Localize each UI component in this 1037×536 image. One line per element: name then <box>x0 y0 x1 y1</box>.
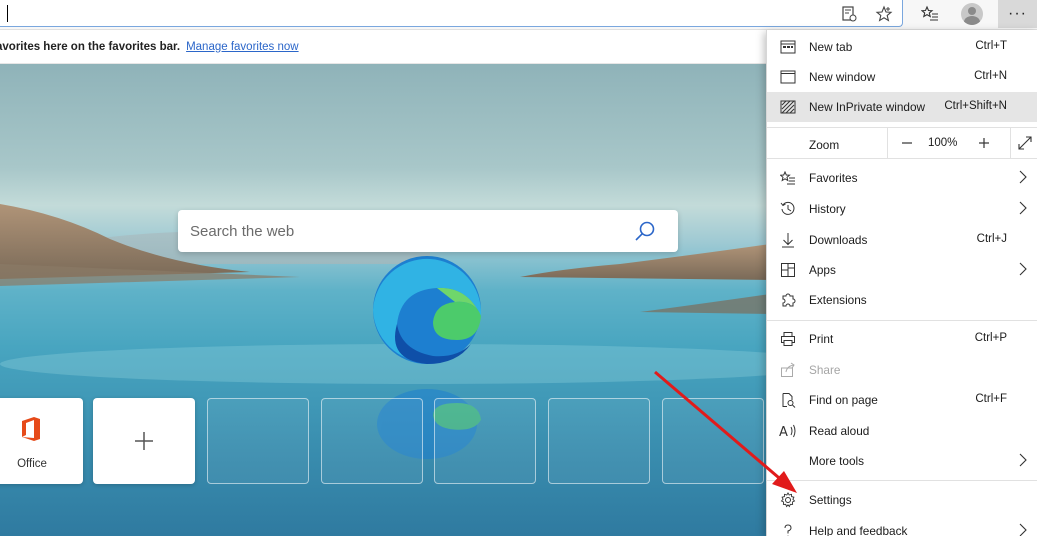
plus-icon <box>979 138 989 148</box>
chevron-right-icon <box>1018 262 1028 279</box>
menu-item-shortcut: Ctrl+J <box>976 233 1007 245</box>
empty-tile <box>662 398 764 484</box>
minus-icon <box>902 142 912 144</box>
office-icon <box>22 417 40 441</box>
menu-item-read-aloud[interactable]: A Read aloud <box>767 416 1037 446</box>
menu-item-downloads[interactable]: Downloads Ctrl+J <box>767 225 1037 255</box>
menu-item-favorites[interactable]: Favorites <box>767 163 1037 193</box>
reading-view-icon[interactable] <box>836 2 862 26</box>
menu-item-print[interactable]: Print Ctrl+P <box>767 324 1037 354</box>
edge-logo <box>373 256 482 364</box>
add-quick-link-button[interactable] <box>93 398 195 484</box>
favorites-bar-message: avorites here on the favorites bar. <box>0 40 181 53</box>
quick-link-label: Office <box>17 458 47 470</box>
menu-item-label: History <box>809 202 846 216</box>
menu-item-history[interactable]: History <box>767 194 1037 224</box>
menu-item-shortcut: Ctrl+P <box>974 332 1007 344</box>
menu-item-new-inprivate-window[interactable]: New InPrivate window Ctrl+Shift+N <box>767 92 1037 122</box>
zoom-in-button[interactable] <box>968 128 1000 158</box>
apps-icon <box>779 262 797 278</box>
favorites-list-icon[interactable] <box>917 2 943 26</box>
menu-item-share: Share <box>767 355 1037 385</box>
menu-item-label: More tools <box>809 454 865 468</box>
menu-item-apps[interactable]: Apps <box>767 255 1037 285</box>
menu-item-more-tools[interactable]: More tools <box>767 446 1037 476</box>
menu-item-label: New tab <box>809 40 853 54</box>
zoom-label: Zoom <box>809 138 840 152</box>
avatar-body <box>964 16 980 25</box>
menu-item-label: New window <box>809 70 876 84</box>
text-caret <box>7 5 8 22</box>
extensions-icon <box>779 292 797 308</box>
empty-tile <box>434 398 536 484</box>
menu-item-label: Downloads <box>809 233 868 247</box>
menu-item-new-window[interactable]: New window Ctrl+N <box>767 62 1037 92</box>
menu-item-shortcut: Ctrl+N <box>974 70 1007 82</box>
menu-item-label: Find on page <box>809 393 878 407</box>
new-tab-icon <box>779 39 797 55</box>
menu-item-new-tab[interactable]: New tab Ctrl+T <box>767 32 1037 62</box>
menu-item-label: Share <box>809 363 841 377</box>
menu-item-label: New InPrivate window <box>809 100 926 114</box>
menu-item-find-on-page[interactable]: Find on page Ctrl+F <box>767 385 1037 415</box>
menu-divider <box>767 320 1037 321</box>
search-input[interactable] <box>178 210 678 252</box>
zoom-out-button[interactable] <box>888 128 926 158</box>
zoom-row: Zoom 100% <box>767 127 1037 159</box>
svg-text:A: A <box>779 425 788 439</box>
menu-item-help-and-feedback[interactable]: Help and feedback <box>767 516 1037 536</box>
web-search-box[interactable] <box>178 210 678 252</box>
find-icon <box>779 392 797 408</box>
gear-icon <box>779 492 797 508</box>
empty-tile <box>321 398 423 484</box>
inprivate-icon <box>779 99 797 115</box>
avatar-head <box>968 7 976 15</box>
favorites-icon <box>779 170 797 186</box>
menu-item-settings[interactable]: Settings <box>767 485 1037 515</box>
chevron-right-icon <box>1018 453 1028 470</box>
profile-avatar[interactable] <box>961 3 983 25</box>
read-aloud-icon: A <box>779 423 797 439</box>
menu-item-label: Print <box>809 332 834 346</box>
empty-tile <box>548 398 650 484</box>
add-favorite-star-icon[interactable] <box>871 2 897 26</box>
menu-divider <box>767 480 1037 481</box>
zoom-level: 100% <box>928 137 958 149</box>
quick-link-office[interactable]: Office <box>0 398 83 484</box>
menu-item-shortcut: Ctrl+T <box>975 40 1007 52</box>
menu-item-label: Read aloud <box>809 424 870 438</box>
manage-favorites-link[interactable]: Manage favorites now <box>186 41 299 53</box>
menu-item-shortcut: Ctrl+F <box>975 393 1007 405</box>
plus-icon <box>135 432 153 450</box>
help-icon <box>779 523 797 536</box>
menu-item-label: Help and feedback <box>809 524 908 536</box>
empty-tile <box>207 398 309 484</box>
history-icon <box>779 201 797 217</box>
settings-and-more-menu: New tab Ctrl+T New window Ctrl+N New InP… <box>766 30 1037 536</box>
chevron-right-icon <box>1018 523 1028 536</box>
print-icon <box>779 331 797 347</box>
menu-item-extensions[interactable]: Extensions <box>767 285 1037 315</box>
menu-item-shortcut: Ctrl+Shift+N <box>944 100 1007 112</box>
menu-item-label: Apps <box>809 263 836 277</box>
address-bar[interactable] <box>0 0 903 27</box>
menu-item-label: Extensions <box>809 293 867 307</box>
settings-and-more-button[interactable]: ··· <box>998 0 1037 28</box>
new-window-icon <box>779 69 797 85</box>
browser-toolbar: ··· <box>0 0 1037 30</box>
menu-item-label: Favorites <box>809 171 858 185</box>
search-icon[interactable] <box>634 220 656 247</box>
chevron-right-icon <box>1018 170 1028 187</box>
chevron-right-icon <box>1018 201 1028 218</box>
share-icon <box>779 362 797 378</box>
menu-item-label: Settings <box>809 493 852 507</box>
fullscreen-button[interactable] <box>1010 128 1037 158</box>
download-icon <box>779 232 797 248</box>
fullscreen-icon <box>1017 136 1032 150</box>
